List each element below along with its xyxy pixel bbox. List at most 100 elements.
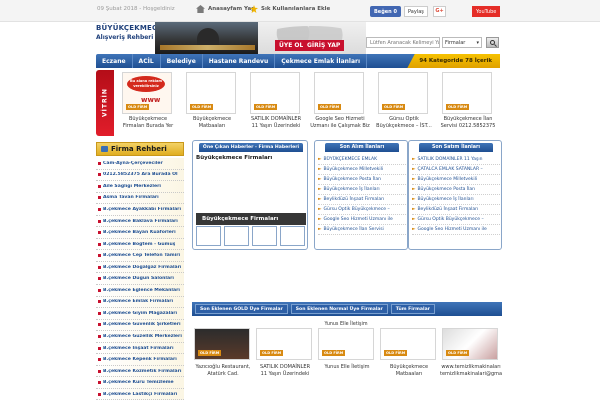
bullet-icon [98,242,101,246]
arrow-right-icon: ► [318,227,322,232]
firm-card[interactable]: OLD FİRM www.temizlikmakinaları temizlikm… [440,322,502,400]
search-button[interactable] [486,37,499,48]
vitrin-label: VİTRİN [96,70,114,136]
tab-normal-members[interactable]: Son Eklenen Normal Üye Firmalar [290,304,388,314]
list-item[interactable]: ► BÜYÜKÇEKMECE EMLAK [318,155,406,165]
login-button[interactable]: GİRİŞ YAP [303,40,345,51]
sidebar-item[interactable]: 0212.5852375 Ara Burada Ol [96,169,184,182]
vitrin-item[interactable]: OLD FİRM Büyükçekmece Matbaaları [182,70,237,136]
bullet-icon [98,392,101,396]
youtube-button[interactable]: YouTube [472,6,501,17]
list-item[interactable]: ► SATILIK DOMAİNLER 11 Yaşın [412,155,500,165]
add-favorites-link[interactable]: Sık Kullanılanlara Ekle [250,5,330,13]
vitrin-thumb: OLD FİRM [314,72,364,114]
sidebar-item[interactable]: B.çekmece Düğün Salonları [96,273,184,286]
nav-item-real-estate[interactable]: Çekmece Emlak İlanları [275,54,368,68]
city-lights [160,45,255,50]
search-category-select[interactable]: Firmalar ▾ [442,37,482,48]
vitrin-item[interactable]: OLD FİRM Gürsu Optik Büyükçekmece – İST..… [374,70,432,136]
list-item[interactable]: ► Google Seo Hizmeti Uzmanı ile [412,225,500,235]
bullet-icon [98,265,101,269]
list-item[interactable]: ► Beylikdüzü İnşaat Firmaları [412,205,500,215]
sidebar-item[interactable]: B.çekmece Doğalgaz Firmaları [96,261,184,274]
firm-name: Yazıcıoğlu Restaurant, Atatürk Cad. [195,364,251,377]
bullet-icon [98,277,101,281]
buy-listings-tab[interactable]: Son Alım İlanları [325,143,399,152]
arrow-right-icon: ► [318,167,322,172]
sell-listings-tab[interactable]: Son Satım İlanları [419,143,493,152]
sidebar-item[interactable]: Cam-Ayna-Çerçeveciler [96,158,184,170]
tab-all-firms[interactable]: Tüm Firmalar [390,304,435,314]
vitrin-thumb: OLD FİRM [378,72,428,114]
bullet-icon [98,300,101,304]
firm-card[interactable]: Yunus Elle İletişim OLD FİRM Yunus Elle … [316,322,374,400]
featured-news-box: Öne Çıkan Haberler - Firma Haberleri Büy… [192,140,308,250]
google-plus-button[interactable]: G+ [433,6,446,17]
sidebar-item[interactable]: B.çekmece Güzellik Merkezleri [96,331,184,343]
bullet-icon [98,346,101,350]
firm-card[interactable]: OLD FİRM Yazıcıoğlu Restaurant, Atatürk C… [192,322,250,400]
sidebar-item[interactable]: Aile Sağlığı Merkezleri [96,181,184,193]
list-item[interactable]: ► Büyükçekmece Posta İlan [318,175,406,185]
sidebar-item[interactable]: B.çekmece Eğlence Mekanları [96,285,184,297]
firm-name: SATILIK DOMAİNLER 11 Yaşın Üzerindeki [259,364,311,377]
make-homepage-link[interactable]: Anasayfam Yap [196,5,255,13]
facebook-share-button[interactable]: Paylaş [404,6,428,17]
list-item[interactable]: ► ÇATALCA EMLAK SATANLAR – [412,165,500,175]
bullet-icon [98,161,101,165]
news-thumbnail[interactable] [280,226,305,246]
list-item[interactable]: ► Beylikdüzü İnşaat Firmaları [318,195,406,205]
facebook-like-button[interactable]: Beğen 0 [370,6,401,17]
sidebar-item[interactable]: B.çekmece Lastikçi Firmaları [96,388,184,400]
arrow-right-icon: ► [412,207,416,212]
list-item[interactable]: ► Büyükçekmece Milletvekili [412,175,500,185]
news-tab[interactable]: Öne Çıkan Haberler - Firma Haberleri [199,143,303,152]
list-item[interactable]: ► Büyükçekmece İlan Servisi [318,225,406,235]
sidebar-item[interactable]: B.çekmece Ayakkabı Firmaları [96,204,184,216]
firm-directory-sidebar: Firma Rehberi Cam-Ayna-Çerçeveciler 0212… [96,140,184,400]
sidebar-item[interactable]: B.çekmece Emlak Firmaları [96,296,184,309]
vitrin-item[interactable]: Bu alana reklam verebilirsiniz www OLD F… [118,70,173,136]
sidebar-item[interactable]: Asma Tavan Firmaları [96,192,184,205]
sidebar-item[interactable]: B.çekmece Güvenlik Şirketleri [96,319,184,332]
vitrin-item[interactable]: OLD FİRM Google Seo Hizmeti Uzmanı ile Ça… [310,70,370,136]
nav-item-municipality[interactable]: Belediye [161,54,203,68]
tab-gold-members[interactable]: Son Eklenen GOLD Üye Firmalar [195,304,288,314]
list-item[interactable]: ► Büyükçekmece İş İlanları [412,195,500,205]
arrow-right-icon: ► [412,157,416,162]
nav-item-pharmacy[interactable]: Eczane [96,54,133,68]
sidebar-item[interactable]: B.çekmece Kozmetik Firmaları [96,365,184,378]
sidebar-item[interactable]: B.çekmece Kepenk Firmaları [96,354,184,366]
firm-card[interactable]: OLD FİRM SATILIK DOMAİNLER 11 Yaşın Üzeri… [254,322,312,400]
sidebar-item[interactable]: B.çekmece Kuru Temizleme [96,377,184,389]
firm-badge: OLD FİRM [318,104,342,110]
vitrin-thumb: Bu alana reklam verebilirsiniz www OLD F… [122,72,172,114]
news-headline[interactable]: Büyükçekmece Firmaları [196,155,272,161]
vitrin-item[interactable]: OLD FİRM SATILIK DOMAİNLER 11 Yaşın Üzeri… [246,70,301,136]
sidebar-item[interactable]: B.çekmece Boğtem - Gümüş [96,238,184,251]
list-item[interactable]: ► Büyükçekmece Milletvekili [318,165,406,175]
top-bar: 09 Şubat 2018 - Hoşgeldiniz Anasayfam Ya… [0,0,600,22]
news-thumbnail[interactable] [252,226,277,246]
list-item[interactable]: ► Gürsu Optik Büyükçekmece – [318,205,406,215]
news-thumbnail[interactable] [196,226,221,246]
sidebar-item[interactable]: B.çekmece Giyim Mağazaları [96,308,184,320]
list-item[interactable]: ► Büyükçekmece Posta İlan [412,185,500,195]
search-input[interactable] [366,37,440,48]
arrow-right-icon: ► [412,197,416,202]
arrow-right-icon: ► [318,157,322,162]
sidebar-item[interactable]: B.çekmece İnşaat Firmaları [96,342,184,355]
list-item[interactable]: ► Google Seo Hizmeti Uzmanı ile [318,215,406,225]
vitrin-item[interactable]: OLD FİRM Büyükçekmece İlan Servisi 0212.5… [438,70,495,136]
vitrin-item-name: Büyükçekmece Matbaaları [192,116,232,129]
news-thumbnail[interactable] [224,226,249,246]
sidebar-item[interactable]: B.çekmece Bayan Kuaförleri [96,227,184,239]
sidebar-item[interactable]: B.çekmece Cep Telefon Tamiri [96,250,184,262]
list-item[interactable]: ► Gürsu Optik Büyükçekmece – [412,215,500,225]
firm-card[interactable]: OLD FİRM Büyükçekmece Matbaaları [378,322,436,400]
nav-item-emergency[interactable]: ACİL [133,54,161,68]
sidebar-item[interactable]: B.çekmece Baklava Firmaları [96,215,184,228]
list-item[interactable]: ► Büyükçekmece İş İlanları [318,185,406,195]
news-slide[interactable]: Büyükçekmece Firmaları [196,163,306,225]
nav-item-hospital[interactable]: Hastane Randevu [203,54,276,68]
